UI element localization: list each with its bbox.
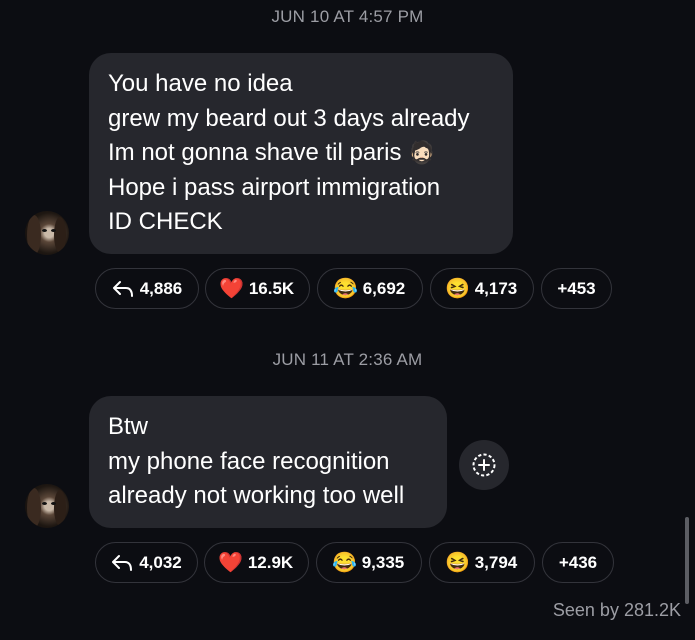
message-line: ID CHECK (108, 208, 223, 235)
grin-reaction-pill[interactable]: 😆 4,173 (430, 268, 534, 309)
heart-count: 12.9K (247, 552, 294, 572)
timestamp-1: JUN 10 AT 4:57 PM (271, 7, 424, 26)
laughing-crying-face-icon: 😂 (333, 277, 359, 300)
more-reactions-count: +453 (557, 278, 596, 298)
reply-arrow-icon (112, 554, 133, 571)
laugh-count: 9,335 (361, 552, 405, 572)
message-line: Im not gonna shave til paris 🧔🏻 (108, 139, 436, 166)
grin-reaction-pill[interactable]: 😆 3,794 (429, 542, 535, 583)
add-reaction-icon (472, 453, 496, 477)
reply-count-pill[interactable]: 4,886 (95, 268, 199, 309)
message-bubble-2[interactable]: Btw my phone face recognition already no… (89, 396, 447, 528)
heart-icon: ❤️ (219, 277, 245, 300)
heart-count: 16.5K (248, 278, 295, 298)
grin-count: 4,173 (474, 278, 518, 298)
reply-arrow-icon (112, 280, 133, 297)
reply-count: 4,032 (139, 552, 182, 572)
bearded-man-emoji: 🧔🏻 (408, 140, 436, 165)
sender-avatar[interactable] (25, 484, 69, 528)
message-bubble-1[interactable]: You have no idea grew my beard out 3 day… (89, 53, 513, 254)
heart-reaction-pill[interactable]: ❤️ 16.5K (205, 268, 310, 309)
laugh-reaction-pill[interactable]: 😂 6,692 (317, 268, 423, 309)
reply-count-pill[interactable]: 4,032 (95, 542, 198, 583)
sender-avatar[interactable] (25, 211, 69, 255)
more-reactions-pill[interactable]: +453 (541, 268, 612, 309)
add-reaction-button[interactable] (459, 440, 509, 490)
laugh-count: 6,692 (362, 278, 406, 298)
scrollbar[interactable] (685, 517, 689, 604)
timestamp-2: JUN 11 AT 2:36 AM (272, 350, 423, 369)
grinning-squinting-face-icon: 😆 (445, 551, 471, 574)
message-line: grew my beard out 3 days already (108, 104, 470, 132)
heart-icon: ❤️ (218, 551, 244, 574)
heart-reaction-pill[interactable]: ❤️ 12.9K (204, 542, 309, 583)
message-line: my phone face recognition (108, 447, 390, 475)
more-reactions-count: +436 (558, 552, 598, 572)
message-line: Hope i pass airport immigration (108, 173, 441, 201)
laugh-reaction-pill[interactable]: 😂 9,335 (316, 542, 422, 583)
seen-count: Seen by 281.2K (552, 600, 681, 620)
reply-count: 4,886 (139, 278, 183, 298)
laughing-crying-face-icon: 😂 (332, 551, 358, 574)
message-line: already not working too well (108, 482, 405, 509)
message-line: Btw (108, 413, 149, 440)
grinning-squinting-face-icon: 😆 (445, 277, 471, 300)
grin-count: 3,794 (474, 552, 518, 572)
more-reactions-pill[interactable]: +436 (542, 542, 614, 583)
message-line: You have no idea (108, 70, 293, 97)
